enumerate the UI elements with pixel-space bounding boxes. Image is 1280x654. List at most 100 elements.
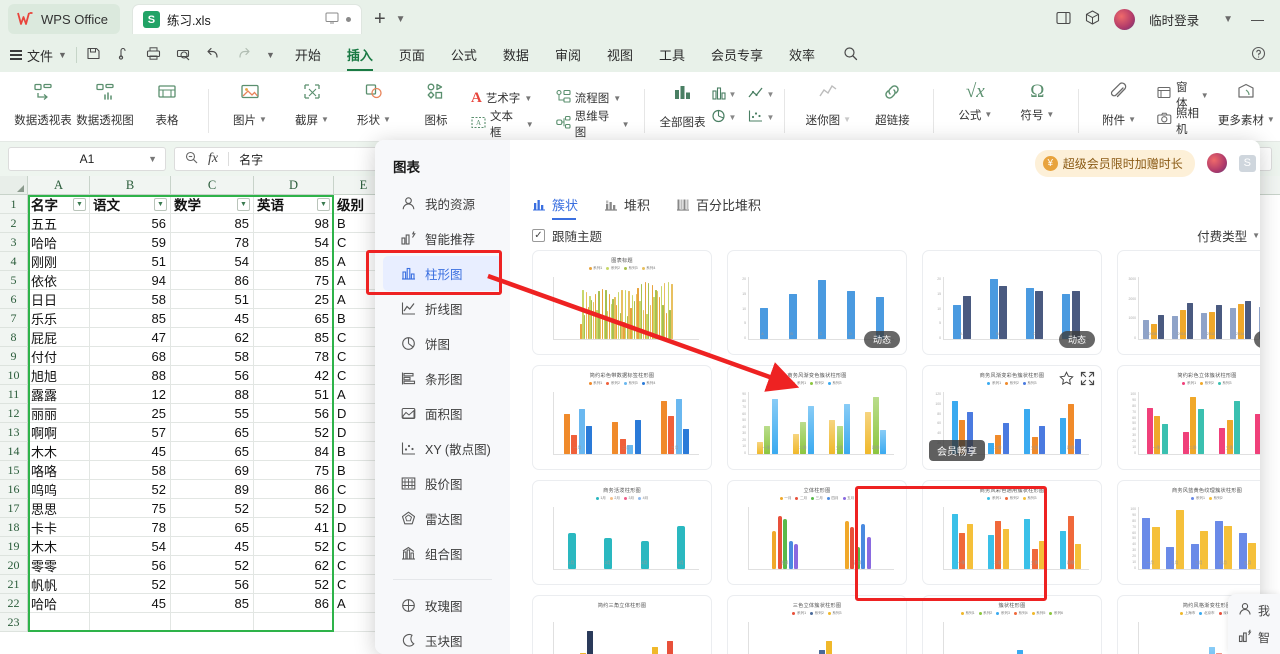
minimize-button[interactable]: — <box>1247 12 1268 27</box>
column-header-C[interactable]: C <box>171 176 254 194</box>
row-header[interactable]: 12 <box>0 404 28 423</box>
cell[interactable]: 25 <box>254 290 334 309</box>
cell[interactable]: 62 <box>254 556 334 575</box>
cell[interactable]: 56 <box>90 556 171 575</box>
cell[interactable]: 65 <box>171 423 254 442</box>
cell[interactable]: 85 <box>171 214 254 233</box>
sidebar-item-组合图[interactable]: 组合图 <box>383 536 502 571</box>
cell[interactable] <box>254 613 334 632</box>
row-header[interactable]: 14 <box>0 442 28 461</box>
tab-视图[interactable]: 视图 <box>607 45 633 66</box>
filter-arrow-icon[interactable]: ▼ <box>73 197 86 211</box>
row-header[interactable]: 7 <box>0 309 28 328</box>
column-header-B[interactable]: B <box>90 176 171 194</box>
cell[interactable]: 52 <box>254 537 334 556</box>
icons-button[interactable]: 图标 <box>405 76 467 128</box>
sidebar-item-折线图[interactable]: 折线图 <box>383 291 502 326</box>
cell[interactable]: 98 <box>254 214 334 233</box>
cell[interactable]: 25 <box>90 404 171 423</box>
row-header[interactable]: 17 <box>0 499 28 518</box>
cell[interactable]: 47 <box>90 328 171 347</box>
cell[interactable]: 85 <box>171 594 254 613</box>
column-header-D[interactable]: D <box>254 176 334 194</box>
cell[interactable]: 65 <box>254 309 334 328</box>
file-tab[interactable]: S 练习.xls <box>131 4 362 34</box>
avatar[interactable] <box>1206 153 1227 173</box>
chart-thumbnail[interactable]: 20151050ABCDE动态 <box>727 250 907 355</box>
cell[interactable]: 86 <box>171 271 254 290</box>
shapes-button[interactable]: 形状 ▼ <box>343 76 405 128</box>
cell[interactable]: 45 <box>171 309 254 328</box>
more-icon[interactable]: ▼ <box>266 50 275 60</box>
screenshot-button[interactable]: 截屏 ▼ <box>281 76 343 128</box>
expand-icon[interactable] <box>1080 371 1095 389</box>
tab-开始[interactable]: 开始 <box>295 45 321 66</box>
cell[interactable]: 65 <box>171 518 254 537</box>
wps-brand[interactable]: WPS Office <box>8 4 120 34</box>
flowchart-button[interactable]: 流程图 ▼ <box>552 88 634 109</box>
float-item-smart-recommend[interactable]: 智 <box>1238 629 1270 646</box>
cell[interactable]: 帆帆 <box>28 575 90 594</box>
cell[interactable] <box>90 613 171 632</box>
row-header[interactable]: 11 <box>0 385 28 404</box>
chart-thumbnail[interactable]: 商务活泼柱形图 1月 2月 3月 4月 1月 2月 3月 4月 <box>532 480 712 585</box>
cell[interactable]: 数学 ▼ <box>171 195 254 214</box>
chart-thumbnail[interactable]: 简约三角立体柱形图一季二季三季四季 <box>532 595 712 654</box>
row-header[interactable]: 13 <box>0 423 28 442</box>
chart-thumbnail[interactable]: 商务风彩色通用簇状柱形图 系列1 系列2 系列3 一季 二季 三季 四季 <box>922 480 1102 585</box>
tab-会员专享[interactable]: 会员专享 <box>711 45 763 66</box>
cell[interactable]: 88 <box>90 366 171 385</box>
paytype-dropdown[interactable]: 付费类型 ▼ <box>1197 226 1260 245</box>
cell[interactable]: 75 <box>254 271 334 290</box>
print-preview-icon[interactable] <box>176 46 191 64</box>
cell[interactable]: 75 <box>90 499 171 518</box>
tab-工具[interactable]: 工具 <box>659 45 685 66</box>
row-header[interactable]: 15 <box>0 461 28 480</box>
chart-thumbnail[interactable]: 立体柱形图 一月 二月 三月 四月 五月 东部 西部 <box>727 480 907 585</box>
cell[interactable]: 啊啊 <box>28 423 90 442</box>
search-icon[interactable] <box>843 46 858 64</box>
cell[interactable]: 52 <box>90 480 171 499</box>
sidebar-item-我的资源[interactable]: 我的资源 <box>383 186 502 221</box>
sidebar-item-面积图[interactable]: 面积图 <box>383 396 502 431</box>
row-header[interactable]: 8 <box>0 328 28 347</box>
cell[interactable]: 75 <box>254 461 334 480</box>
cell[interactable]: 45 <box>90 594 171 613</box>
cell[interactable]: 41 <box>254 518 334 537</box>
promo-banner[interactable]: ¥ 超级会员限时加赠时长 <box>1034 149 1195 177</box>
chart-thumbnail[interactable]: 图表标题 系列1 系列2 系列3 系列4 <box>532 250 712 355</box>
zoom-out-icon[interactable] <box>185 151 198 167</box>
cell[interactable]: 69 <box>171 461 254 480</box>
textbox-button[interactable]: A 文本框 ▼ <box>467 111 538 139</box>
star-icon[interactable] <box>1059 371 1074 389</box>
tab-percent-stacked[interactable]: 百分比堆积 <box>676 189 761 219</box>
cell[interactable]: 59 <box>90 233 171 252</box>
cell[interactable]: 51 <box>171 290 254 309</box>
cell[interactable]: 57 <box>90 423 171 442</box>
chart-thumbnail[interactable]: 商务风渐变色簇状柱形图 系列1 系列2 系列3 90 80 70 60 50 40 30 20 10 0 一… <box>727 365 907 470</box>
sidebar-item-智能推荐[interactable]: 智能推荐 <box>383 221 502 256</box>
cell[interactable]: 45 <box>90 442 171 461</box>
tab-审阅[interactable]: 审阅 <box>555 45 581 66</box>
cell[interactable]: 89 <box>171 480 254 499</box>
cell[interactable]: 51 <box>254 385 334 404</box>
row-header[interactable]: 18 <box>0 518 28 537</box>
mindmap-button[interactable]: 思维导图 ▼ <box>552 111 634 139</box>
row-header[interactable]: 23 <box>0 613 28 632</box>
form-button[interactable]: 窗体 ▼ <box>1153 82 1213 110</box>
cell[interactable]: 木木 <box>28 537 90 556</box>
avatar[interactable] <box>1114 8 1136 30</box>
cell[interactable]: 英语 ▼ <box>254 195 334 214</box>
cloud-sync-icon[interactable] <box>116 46 131 64</box>
chart-thumbnail[interactable]: 商务风渐变彩色簇状柱形图系列1系列2系列3120100806040200一季二季… <box>922 365 1102 470</box>
more-material-button[interactable]: 更多素材 ▼ <box>1213 76 1280 128</box>
save-icon[interactable] <box>86 46 101 64</box>
cell[interactable]: 54 <box>90 537 171 556</box>
cell[interactable]: 五五 <box>28 214 90 233</box>
line-chart-mini-button[interactable]: ▼ <box>748 86 774 103</box>
row-header[interactable]: 4 <box>0 252 28 271</box>
new-tab-button[interactable]: + <box>374 8 386 31</box>
row-header[interactable]: 21 <box>0 575 28 594</box>
filter-arrow-icon[interactable]: ▼ <box>317 197 330 211</box>
cell[interactable]: 零零 <box>28 556 90 575</box>
